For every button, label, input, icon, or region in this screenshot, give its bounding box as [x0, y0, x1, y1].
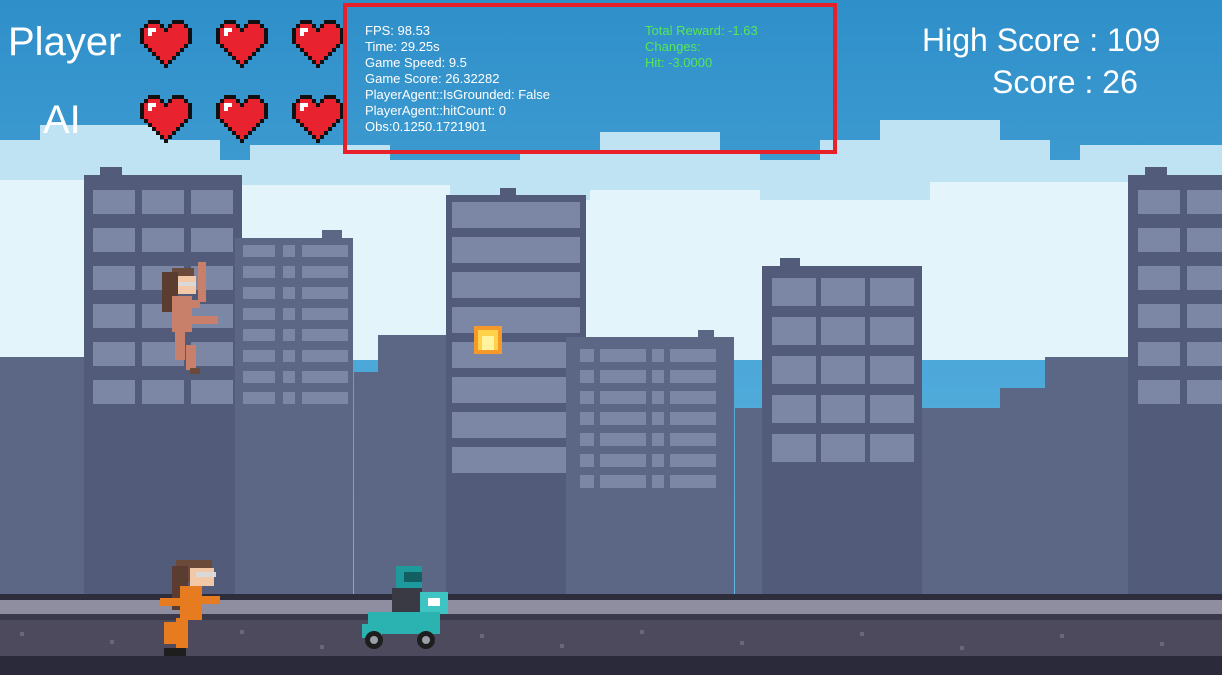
mid-building-2 — [566, 330, 734, 607]
debug-changes: Changes: — [645, 39, 701, 54]
debug-game-score: Game Score: 26.32282 — [365, 71, 500, 86]
debug-observation: Obs:0.1250.1721901 — [365, 119, 487, 134]
debug-hit-count: PlayerAgent::hitCount: 0 — [365, 103, 506, 118]
fireball-sprite — [474, 326, 502, 354]
player-heart-icon — [140, 20, 192, 68]
player-label: Player — [8, 20, 122, 64]
debug-is-grounded: PlayerAgent::IsGrounded: False — [365, 87, 550, 102]
tall-building-4 — [1128, 167, 1222, 607]
debug-hit: Hit: -3.0000 — [645, 55, 713, 70]
debug-fps: FPS: 98.53 — [365, 23, 431, 38]
ai-heart-icon — [140, 95, 192, 143]
tall-building-1 — [84, 167, 242, 607]
ai-label: AI — [43, 98, 81, 142]
ai-heart-icon — [292, 95, 344, 143]
tall-building-2 — [446, 188, 586, 607]
debug-overlay-panel: FPS: 98.53 Time: 29.25s Game Speed: 9.5 … — [343, 3, 837, 154]
score-text: Score : 26 — [992, 64, 1138, 100]
debug-total-reward: Total Reward: -1.63 — [645, 23, 758, 38]
high-score-text: High Score : 109 — [922, 22, 1161, 58]
tall-building-3 — [762, 258, 922, 608]
ai-heart-icon — [216, 95, 268, 143]
debug-time: Time: 29.25s — [365, 39, 440, 54]
mid-building-1 — [235, 230, 353, 608]
player-heart-icon — [216, 20, 268, 68]
player-heart-icon — [292, 20, 344, 68]
debug-game-speed: Game Speed: 9.5 — [365, 55, 467, 70]
